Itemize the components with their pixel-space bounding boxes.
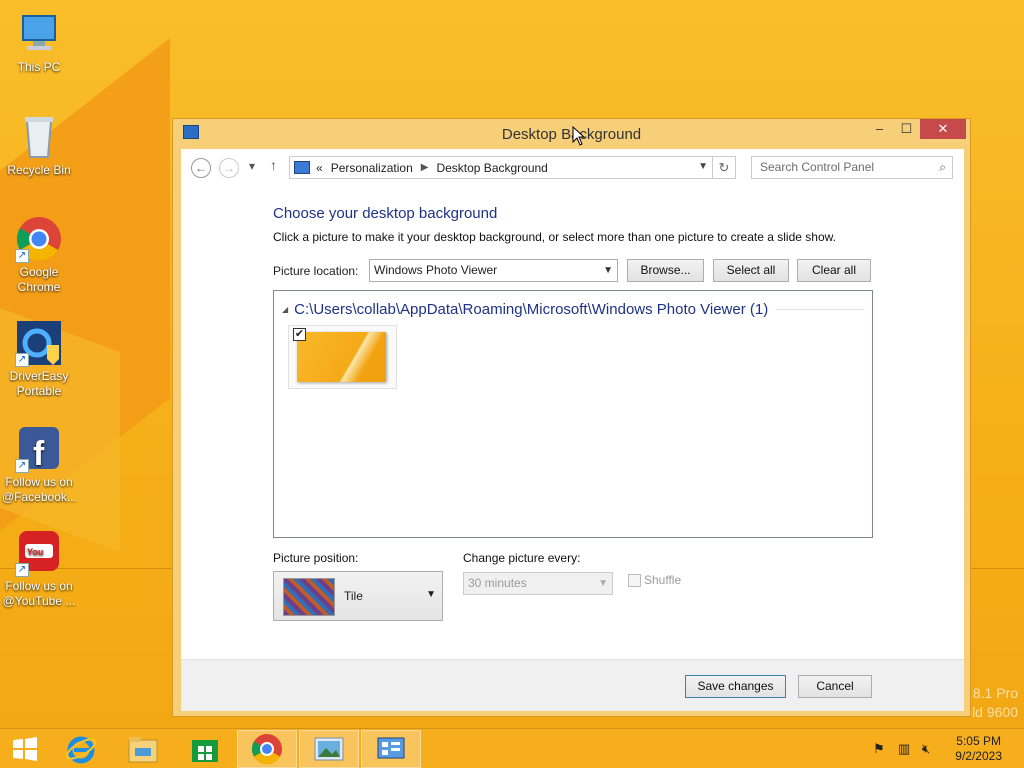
group-path: C:\Users\collab\AppData\Roaming\Microsof… [294, 301, 769, 318]
chrome-icon [251, 734, 282, 765]
store-icon [192, 740, 218, 762]
desktop-icon-label: DriverEasy Portable [9, 369, 69, 398]
change-interval-value: 30 minutes [468, 576, 527, 590]
chevron-down-icon: ▼ [598, 578, 608, 589]
internet-explorer-icon [65, 736, 97, 764]
shortcut-arrow-icon: ↗ [15, 249, 29, 263]
desktop-icon-label: Follow us on @YouTube ... [2, 579, 76, 608]
chevron-down-icon: ▼ [426, 589, 436, 600]
control-panel-icon [377, 737, 405, 759]
picture-group-header[interactable]: ◢ C:\Users\collab\AppData\Roaming\Micros… [282, 301, 864, 318]
browse-button[interactable]: Browse... [627, 259, 704, 282]
taskbar-file-explorer[interactable] [113, 730, 173, 768]
taskbar-internet-explorer[interactable] [51, 730, 111, 768]
photos-icon [314, 737, 344, 761]
picture-position-select[interactable]: Tile ▼ [273, 571, 443, 621]
drivereasy-icon: ↗ [15, 319, 63, 367]
cancel-button[interactable]: Cancel [798, 675, 872, 698]
clock-date: 9/2/2023 [955, 749, 1002, 763]
taskbar-chrome[interactable] [237, 730, 297, 768]
minimize-button[interactable]: – [866, 119, 893, 139]
taskbar-control-panel[interactable] [361, 730, 421, 768]
breadcrumb-desktop-background[interactable]: Desktop Background [436, 161, 547, 175]
footer-bar: Save changes Cancel [181, 659, 964, 711]
picture-location-value: Windows Photo Viewer [374, 263, 498, 277]
search-icon[interactable]: ⌕ [939, 157, 946, 178]
refresh-button[interactable]: ↻ [713, 156, 736, 179]
clock-time: 5:05 PM [956, 734, 1001, 748]
chevron-right-icon[interactable]: ▶ [421, 162, 429, 173]
svg-text:You: You [27, 547, 43, 557]
save-changes-button[interactable]: Save changes [685, 675, 786, 698]
navigation-bar: ← → ▾ ↑ « Personalization ▶ Desktop Back… [181, 149, 964, 187]
computer-icon [15, 10, 63, 58]
picture-list: ◢ C:\Users\collab\AppData\Roaming\Micros… [273, 290, 873, 538]
thumbnail-checkbox[interactable]: ✔ [293, 328, 306, 341]
picture-location-select[interactable]: Windows Photo Viewer ▼ [369, 259, 618, 282]
breadcrumb-overflow[interactable]: « [316, 161, 323, 175]
picture-thumbnail[interactable]: ✔ [288, 325, 397, 389]
desktop-icon-label: Recycle Bin [7, 163, 71, 177]
address-bar[interactable]: « Personalization ▶ Desktop Background ▼ [289, 156, 713, 179]
control-panel-icon [294, 161, 310, 174]
page-description: Click a picture to make it your desktop … [273, 230, 836, 244]
chevron-down-icon: ▼ [603, 265, 613, 276]
start-button[interactable] [0, 730, 50, 768]
desktop-icon-recycle-bin[interactable]: Recycle Bin [2, 113, 76, 178]
taskbar: ⚑ ▥ 🔇︎ 5:05 PM 9/2/2023 [0, 728, 1024, 768]
shortcut-arrow-icon: ↗ [15, 563, 29, 577]
window-client: ← → ▾ ↑ « Personalization ▶ Desktop Back… [181, 149, 964, 711]
search-placeholder: Search Control Panel [760, 160, 875, 174]
collapse-triangle-icon[interactable]: ◢ [282, 305, 288, 314]
picture-location-label: Picture location: [273, 264, 359, 278]
search-input[interactable]: Search Control Panel ⌕ [751, 156, 953, 179]
breadcrumb-personalization[interactable]: Personalization [331, 161, 413, 175]
taskbar-clock[interactable]: 5:05 PM 9/2/2023 [955, 734, 1002, 764]
change-interval-select[interactable]: 30 minutes ▼ [463, 572, 613, 595]
desktop-background-window: Desktop Background – ☐ ✕ ← → ▾ ↑ « Perso… [172, 118, 971, 717]
change-picture-label: Change picture every: [463, 551, 581, 565]
action-center-flag-icon[interactable]: ⚑ [873, 741, 885, 757]
shuffle-checkbox[interactable] [628, 574, 641, 587]
svg-text:f: f [33, 435, 45, 473]
clear-all-button[interactable]: Clear all [797, 259, 871, 282]
volume-muted-icon[interactable]: 🔇︎ [922, 741, 930, 757]
taskbar-photos[interactable] [299, 730, 359, 768]
network-icon[interactable]: ▥ [898, 741, 910, 757]
shortcut-arrow-icon: ↗ [15, 459, 29, 473]
picture-position-value: Tile [344, 589, 363, 603]
desktop-icon-drivereasy[interactable]: ↗ DriverEasy Portable [2, 319, 76, 399]
tile-preview-icon [283, 578, 335, 616]
start-icon [13, 737, 37, 761]
desktop-icon-label: Follow us on @Facebook... [2, 475, 77, 504]
desktop-icon-label: Google Chrome [17, 265, 61, 294]
shuffle-label: Shuffle [644, 573, 682, 587]
chrome-icon: ↗ [15, 215, 63, 263]
back-button[interactable]: ← [191, 158, 211, 178]
desktop-icon-label: This PC [17, 60, 61, 74]
close-button[interactable]: ✕ [920, 119, 966, 139]
mouse-cursor-icon [572, 126, 586, 146]
recycle-bin-icon [15, 113, 63, 161]
page-title: Choose your desktop background [273, 205, 498, 222]
desktop-icon-facebook[interactable]: f ↗ Follow us on @Facebook... [2, 425, 77, 505]
up-button[interactable]: ↑ [270, 157, 277, 173]
desktop-icon-youtube[interactable]: You ↗ Follow us on @YouTube ... [2, 529, 76, 609]
wallpaper-image [297, 332, 386, 382]
shortcut-arrow-icon: ↗ [15, 353, 29, 367]
file-explorer-icon [128, 737, 158, 763]
select-all-button[interactable]: Select all [713, 259, 789, 282]
taskbar-store[interactable] [175, 730, 235, 768]
picture-position-label: Picture position: [273, 551, 359, 565]
forward-button[interactable]: → [219, 158, 239, 178]
recent-locations-button[interactable]: ▾ [249, 159, 255, 173]
youtube-icon: You ↗ [15, 529, 63, 577]
desktop-icon-this-pc[interactable]: This PC [2, 10, 76, 75]
facebook-icon: f ↗ [15, 425, 63, 473]
maximize-button[interactable]: ☐ [893, 119, 920, 139]
desktop-icon-chrome[interactable]: ↗ Google Chrome [2, 215, 76, 295]
chevron-down-icon[interactable]: ▼ [698, 161, 708, 172]
